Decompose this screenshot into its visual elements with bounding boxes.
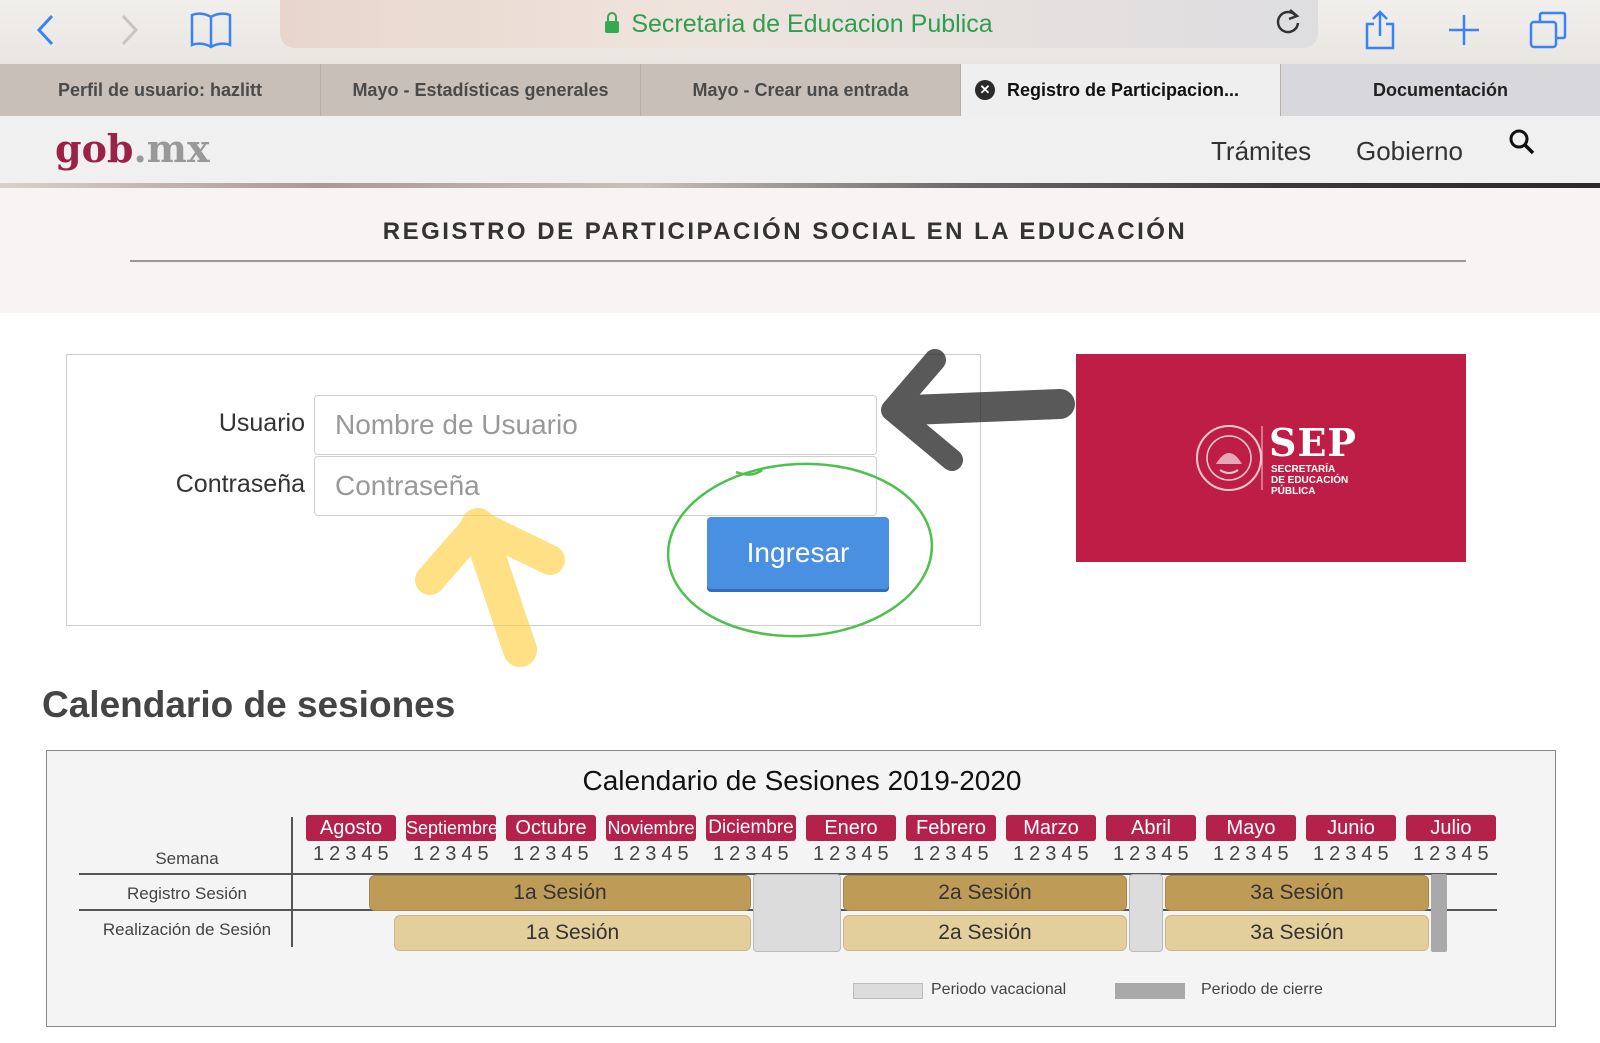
legend-swatch-vacacional <box>853 983 923 999</box>
weeks-agosto: 12345 <box>313 843 394 865</box>
closing-block <box>1431 874 1447 952</box>
tab-bar: Perfil de usuario: hazlitt Mayo - Estadí… <box>0 64 1600 116</box>
month-abril: Abril <box>1106 815 1196 841</box>
sep-line2: DE EDUCACIÓN <box>1271 475 1349 486</box>
realizacion-sesion-1: 1a Sesión <box>394 915 751 951</box>
registro-row-label: Registro Sesión <box>126 884 247 903</box>
site-header: gob.mx Trámites Gobierno <box>0 116 1600 188</box>
month-mayo: Mayo <box>1206 815 1296 841</box>
back-icon[interactable] <box>22 8 70 52</box>
weeks-noviembre: 12345 <box>613 843 694 865</box>
weeks-marzo: 12345 <box>1013 843 1094 865</box>
tab-crear-entrada[interactable]: Mayo - Crear una entrada <box>641 64 961 116</box>
month-octubre: Octubre <box>506 815 596 841</box>
tab-label: Perfil de usuario: hazlitt <box>57 79 263 100</box>
address-bar[interactable]: Secretaria de Educacion Publica <box>280 0 1318 48</box>
legend-cierre: Periodo de cierre <box>1201 981 1323 998</box>
share-icon[interactable] <box>1356 8 1404 52</box>
weeks-enero: 12345 <box>813 843 894 865</box>
vacation-block-winter <box>753 874 841 952</box>
tab-label: Mayo - Estadísticas generales <box>352 79 609 100</box>
month-diciembre: Diciembre <box>706 815 796 841</box>
weeks-febrero: 12345 <box>913 843 994 865</box>
nav-gobierno[interactable]: Gobierno <box>1356 136 1463 167</box>
calendar-heading: Calendario de sesiones <box>42 684 456 725</box>
vacation-block-spring <box>1129 874 1163 952</box>
weeks-mayo: 12345 <box>1213 843 1294 865</box>
password-input[interactable] <box>314 456 877 516</box>
month-julio: Julio <box>1406 815 1496 841</box>
registro-sesion-3: 3a Sesión <box>1165 875 1429 911</box>
realizacion-sesion-3: 3a Sesión <box>1165 915 1429 951</box>
weeks-abril: 12345 <box>1113 843 1194 865</box>
tab-label: Documentación <box>1372 79 1509 100</box>
search-icon[interactable] <box>1508 128 1536 161</box>
login-form: Usuario Contraseña Ingresar <box>66 354 981 626</box>
username-input[interactable] <box>314 395 877 455</box>
forward-icon[interactable] <box>105 8 153 52</box>
sep-logo-panel: SEP SECRETARÍA DE EDUCACIÓN PÚBLICA <box>1076 354 1466 562</box>
weeks-octubre: 12345 <box>513 843 594 865</box>
new-tab-icon[interactable] <box>1440 8 1488 52</box>
realizacion-sesion-2: 2a Sesión <box>843 915 1127 951</box>
gob-mx-logo[interactable]: gob.mx <box>55 126 210 171</box>
tab-label: Mayo - Crear una entrada <box>692 79 909 100</box>
tab-label: Registro de Participacion... <box>1007 79 1240 100</box>
month-junio: Junio <box>1306 815 1396 841</box>
month-noviembre: Noviembre <box>606 815 696 841</box>
weeks-julio: 12345 <box>1413 843 1494 865</box>
tab-documentacion[interactable]: Documentación <box>1281 64 1600 116</box>
tab-estadisticas[interactable]: Mayo - Estadísticas generales <box>321 64 641 116</box>
bookmarks-icon[interactable] <box>187 8 235 52</box>
month-septiembre: Septiembre <box>406 815 496 841</box>
calendar-title: Calendario de Sesiones 2019-2020 <box>582 765 1022 796</box>
sep-line3: PÚBLICA <box>1271 486 1316 497</box>
user-label: Usuario <box>218 409 305 437</box>
month-enero: Enero <box>806 815 896 841</box>
weeks-junio: 12345 <box>1313 843 1394 865</box>
month-febrero: Febrero <box>906 815 996 841</box>
url-title: Secretaria de Educacion Publica <box>631 9 993 38</box>
weeks-septiembre: 12345 <box>413 843 494 865</box>
tab-perfil[interactable]: Perfil de usuario: hazlitt <box>0 64 321 116</box>
realizacion-row-label: Realización de Sesión <box>102 920 272 939</box>
lock-icon <box>605 12 620 33</box>
registro-sesion-2: 2a Sesión <box>843 875 1127 911</box>
month-marzo: Marzo <box>1006 815 1096 841</box>
sep-line1: SECRETARÍA <box>1271 464 1336 475</box>
browser-toolbar: Secretaria de Educacion Publica <box>0 0 1600 64</box>
title-band: REGISTRO DE PARTICIPACIÓN SOCIAL EN LA E… <box>0 188 1600 313</box>
reload-icon[interactable] <box>1274 7 1302 43</box>
title-divider <box>130 260 1466 262</box>
month-agosto: Agosto <box>306 815 396 841</box>
ingresar-button[interactable]: Ingresar <box>707 517 889 589</box>
legend-vacacional: Periodo vacacional <box>931 981 1067 998</box>
close-tab-icon[interactable]: ✕ <box>975 80 995 100</box>
tabs-overview-icon[interactable] <box>1524 8 1572 52</box>
password-label: Contraseña <box>175 470 305 498</box>
label-divider <box>291 817 293 947</box>
semana-label: Semana <box>155 849 219 868</box>
sep-acronym: SEP <box>1269 420 1357 465</box>
page-title: REGISTRO DE PARTICIPACIÓN SOCIAL EN LA E… <box>382 218 1188 245</box>
registro-sesion-1: 1a Sesión <box>369 875 751 911</box>
tab-registro-active[interactable]: ✕ Registro de Participacion... <box>961 64 1281 116</box>
nav-tramites[interactable]: Trámites <box>1211 136 1311 167</box>
legend-swatch-cierre <box>1115 983 1185 999</box>
calendar-graphic: Calendario de Sesiones 2019-2020 Agosto … <box>46 750 1556 1027</box>
weeks-diciembre: 12345 <box>713 843 794 865</box>
